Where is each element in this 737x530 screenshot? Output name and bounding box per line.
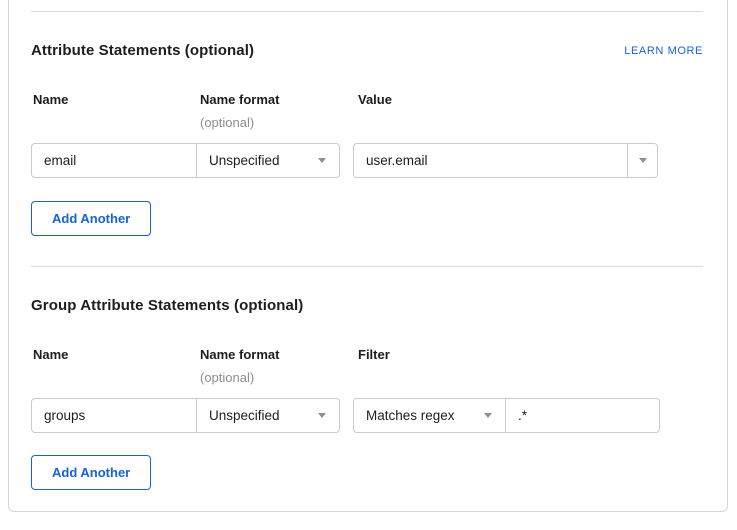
group-name-format-select[interactable]: Unspecified [197, 399, 339, 432]
group-name-format-column-label: Name format [200, 347, 340, 362]
filter-value-input[interactable] [506, 399, 659, 432]
attribute-statements-title: Attribute Statements (optional) [31, 42, 254, 59]
section-divider [31, 266, 703, 267]
filter-type-selected-value: Matches regex [366, 408, 455, 423]
chevron-down-icon [318, 158, 326, 163]
attribute-columns-row: Name Name format (optional) Value [31, 92, 703, 130]
group-name-input[interactable] [32, 399, 196, 432]
group-name-column-label: Name [31, 347, 197, 362]
attribute-value-dropdown-button[interactable] [627, 144, 657, 177]
name-format-column: Name format (optional) [197, 92, 340, 130]
settings-card: Attribute Statements (optional) LEARN MO… [8, 0, 728, 512]
filter-value-field-wrap [506, 399, 659, 432]
chevron-down-icon [484, 413, 492, 418]
filter-column-label: Filter [353, 347, 390, 362]
group-name-format-optional-note: (optional) [200, 370, 340, 385]
group-attribute-statement-row: Unspecified Matches regex [31, 398, 703, 433]
group-attribute-statements-title: Group Attribute Statements (optional) [31, 297, 303, 314]
filter-type-select[interactable]: Matches regex [354, 399, 506, 432]
group-name-format-selected-value: Unspecified [209, 408, 280, 423]
add-another-attribute-button[interactable]: Add Another [31, 201, 151, 236]
name-format-select[interactable]: Unspecified [197, 144, 339, 177]
attribute-value-field-wrap [354, 144, 627, 177]
attribute-statement-row: Unspecified [31, 143, 703, 178]
attribute-name-field-wrap [32, 144, 197, 177]
attribute-value-input[interactable] [354, 144, 627, 177]
group-name-field-wrap [32, 399, 197, 432]
name-format-column-label: Name format [200, 92, 340, 107]
group-name-and-format-group: Unspecified [31, 398, 340, 433]
name-format-optional-note: (optional) [200, 115, 340, 130]
name-format-selected-value: Unspecified [209, 153, 280, 168]
name-and-format-group: Unspecified [31, 143, 340, 178]
chevron-down-icon [639, 158, 647, 163]
attribute-statements-header: Attribute Statements (optional) LEARN MO… [31, 42, 703, 59]
attribute-value-combobox [353, 143, 658, 178]
section-divider [31, 11, 703, 12]
group-attribute-statements-header: Group Attribute Statements (optional) [31, 297, 703, 314]
name-column-label: Name [31, 92, 197, 107]
group-name-format-column: Name format (optional) [197, 347, 340, 385]
group-filter-group: Matches regex [353, 398, 660, 433]
add-another-group-attribute-button[interactable]: Add Another [31, 455, 151, 490]
chevron-down-icon [318, 413, 326, 418]
group-attribute-columns-row: Name Name format (optional) Filter [31, 347, 703, 385]
attribute-name-input[interactable] [32, 144, 196, 177]
value-column-label: Value [353, 92, 392, 107]
learn-more-link[interactable]: LEARN MORE [624, 45, 703, 57]
